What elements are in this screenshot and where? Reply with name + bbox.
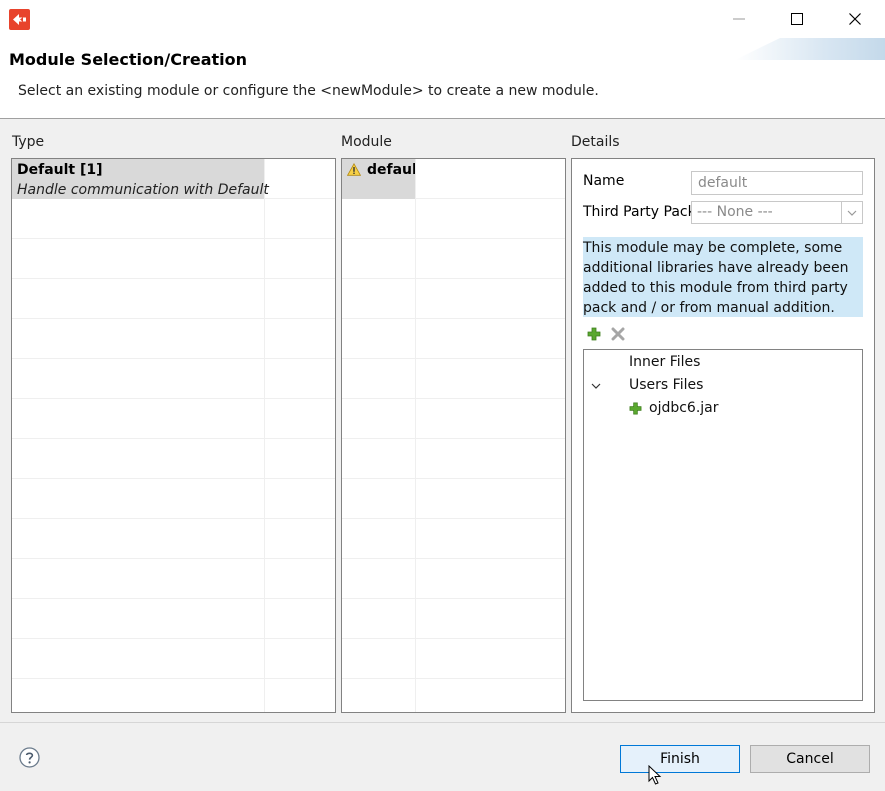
header-banner — [735, 38, 885, 60]
third-party-label: Third Party Pack — [583, 204, 696, 220]
minimize-icon — [733, 18, 745, 20]
type-description: Handle communication with Default — [17, 182, 269, 198]
info-line: This module may be complete, some — [583, 240, 843, 256]
table-row[interactable]: Default [1] Handle communication with De… — [12, 159, 335, 199]
dialog-footer: Finish Cancel — [0, 722, 885, 791]
info-line: added to this module from third party — [583, 280, 848, 296]
info-message: This module may be complete, some additi… — [583, 237, 863, 317]
tree-item-file[interactable]: ojdbc6.jar — [649, 400, 719, 416]
name-field[interactable]: default — [691, 171, 863, 195]
type-label: Type — [12, 134, 45, 150]
type-name: Default [1] — [17, 162, 103, 178]
details-label: Details — [571, 134, 620, 150]
close-icon — [849, 13, 861, 25]
mouse-cursor-icon — [648, 765, 662, 785]
close-button[interactable] — [826, 0, 884, 38]
tree-item-inner-files[interactable]: Inner Files — [629, 354, 700, 370]
table-row[interactable]: default — [342, 159, 565, 199]
chevron-down-icon — [841, 202, 862, 223]
info-line: pack and / or from manual addition. — [583, 300, 835, 316]
warning-icon — [347, 163, 361, 176]
maximize-button[interactable] — [768, 0, 826, 38]
dialog-header: Module Selection/Creation Select an exis… — [0, 38, 885, 119]
help-icon[interactable] — [19, 747, 40, 768]
module-label: Module — [341, 134, 392, 150]
details-panel: Name default Third Party Pack --- None -… — [571, 158, 875, 713]
third-party-select[interactable]: --- None --- — [691, 201, 863, 224]
main-area: Type Default [1] Handle communication wi… — [0, 119, 885, 722]
tree-item-users-files[interactable]: Users Files — [629, 377, 703, 393]
page-title: Module Selection/Creation — [9, 50, 248, 69]
finish-button[interactable]: Finish — [620, 745, 740, 773]
chevron-down-icon[interactable] — [591, 383, 601, 390]
minimize-button[interactable] — [710, 0, 768, 38]
cancel-button[interactable]: Cancel — [750, 745, 870, 773]
name-label: Name — [583, 173, 625, 189]
add-icon[interactable] — [587, 327, 601, 341]
files-tree[interactable]: Inner Files Users Files ojdbc6.jar — [583, 349, 863, 701]
module-table[interactable]: default — [341, 158, 566, 713]
info-line: additional libraries have already been — [583, 260, 849, 276]
module-name: default — [367, 162, 415, 178]
maximize-icon — [791, 13, 803, 25]
third-party-value: --- None --- — [697, 204, 773, 220]
remove-icon[interactable] — [611, 327, 625, 341]
page-description: Select an existing module or configure t… — [18, 83, 599, 99]
app-logo-icon — [9, 9, 30, 30]
type-table[interactable]: Default [1] Handle communication with De… — [11, 158, 336, 713]
title-bar — [0, 0, 885, 38]
added-file-icon — [629, 402, 642, 415]
